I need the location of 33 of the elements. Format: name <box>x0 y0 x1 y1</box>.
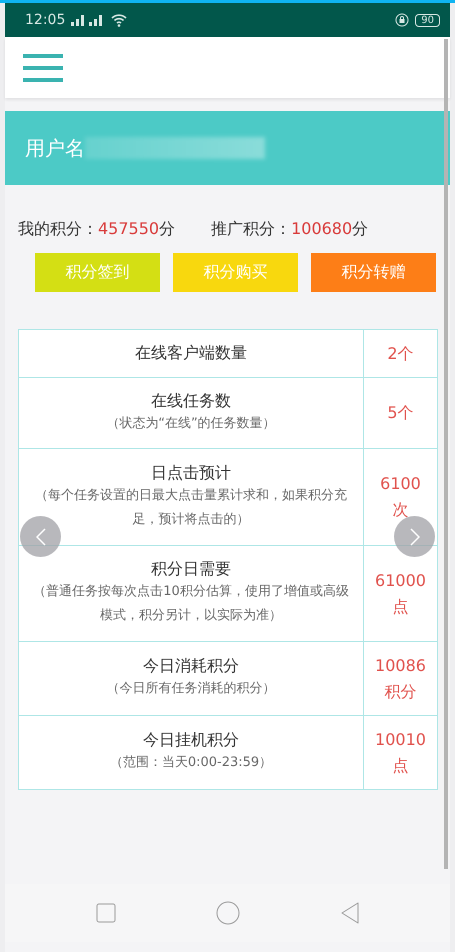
chevron-left-icon <box>36 528 46 546</box>
row-title: 日点击预计 <box>151 462 231 484</box>
wifi-icon <box>111 14 128 26</box>
row-note: （普通任务按每次点击10积分估算，使用了增值或高级模式，积分另计，以实际为准） <box>32 582 350 625</box>
row-value: 5个 <box>386 402 415 424</box>
row-note: （每个任务设置的日最大点击量累计求和，如果积分充足，预计将点击的） <box>34 486 348 528</box>
points-text: 推广积分：100680分 <box>211 219 368 240</box>
status-time: 12:05 <box>25 12 66 28</box>
row-title: 积分日需要 <box>151 559 231 580</box>
row-title: 在线任务数 <box>151 390 231 412</box>
points-text: 我的积分：457550分 <box>18 219 176 240</box>
circle-icon[interactable] <box>216 901 240 925</box>
row-note: （今日所有任务消耗的积分） <box>106 680 276 698</box>
row-value: 61000点 <box>374 570 427 618</box>
row-note: （状态为“在线”的任务数量） <box>106 414 276 432</box>
battery-level: 90 <box>415 14 440 26</box>
row-value: 10086积分 <box>374 654 427 702</box>
row-value: 2个 <box>386 342 415 364</box>
row-title: 在线客户端数量 <box>135 343 247 364</box>
row-note: （范围：当天0:00-23:59） <box>110 754 272 772</box>
points-action-button[interactable]: 积分签到 <box>35 253 160 292</box>
chevron-right-icon <box>410 528 420 546</box>
row-value: 6100次 <box>379 473 422 521</box>
row-title: 今日挂机积分 <box>143 730 239 751</box>
lock-icon <box>395 13 410 27</box>
row-value: 10010点 <box>374 728 427 776</box>
points-action-button[interactable]: 积分购买 <box>173 253 298 292</box>
back-triangle-icon[interactable] <box>340 902 360 924</box>
square-icon[interactable] <box>96 903 116 923</box>
points-action-button[interactable]: 积分转赠 <box>311 253 436 292</box>
username-label: 用户名 <box>25 134 85 162</box>
menu-icon[interactable] <box>23 54 63 82</box>
row-title: 今日消耗积分 <box>143 656 239 677</box>
